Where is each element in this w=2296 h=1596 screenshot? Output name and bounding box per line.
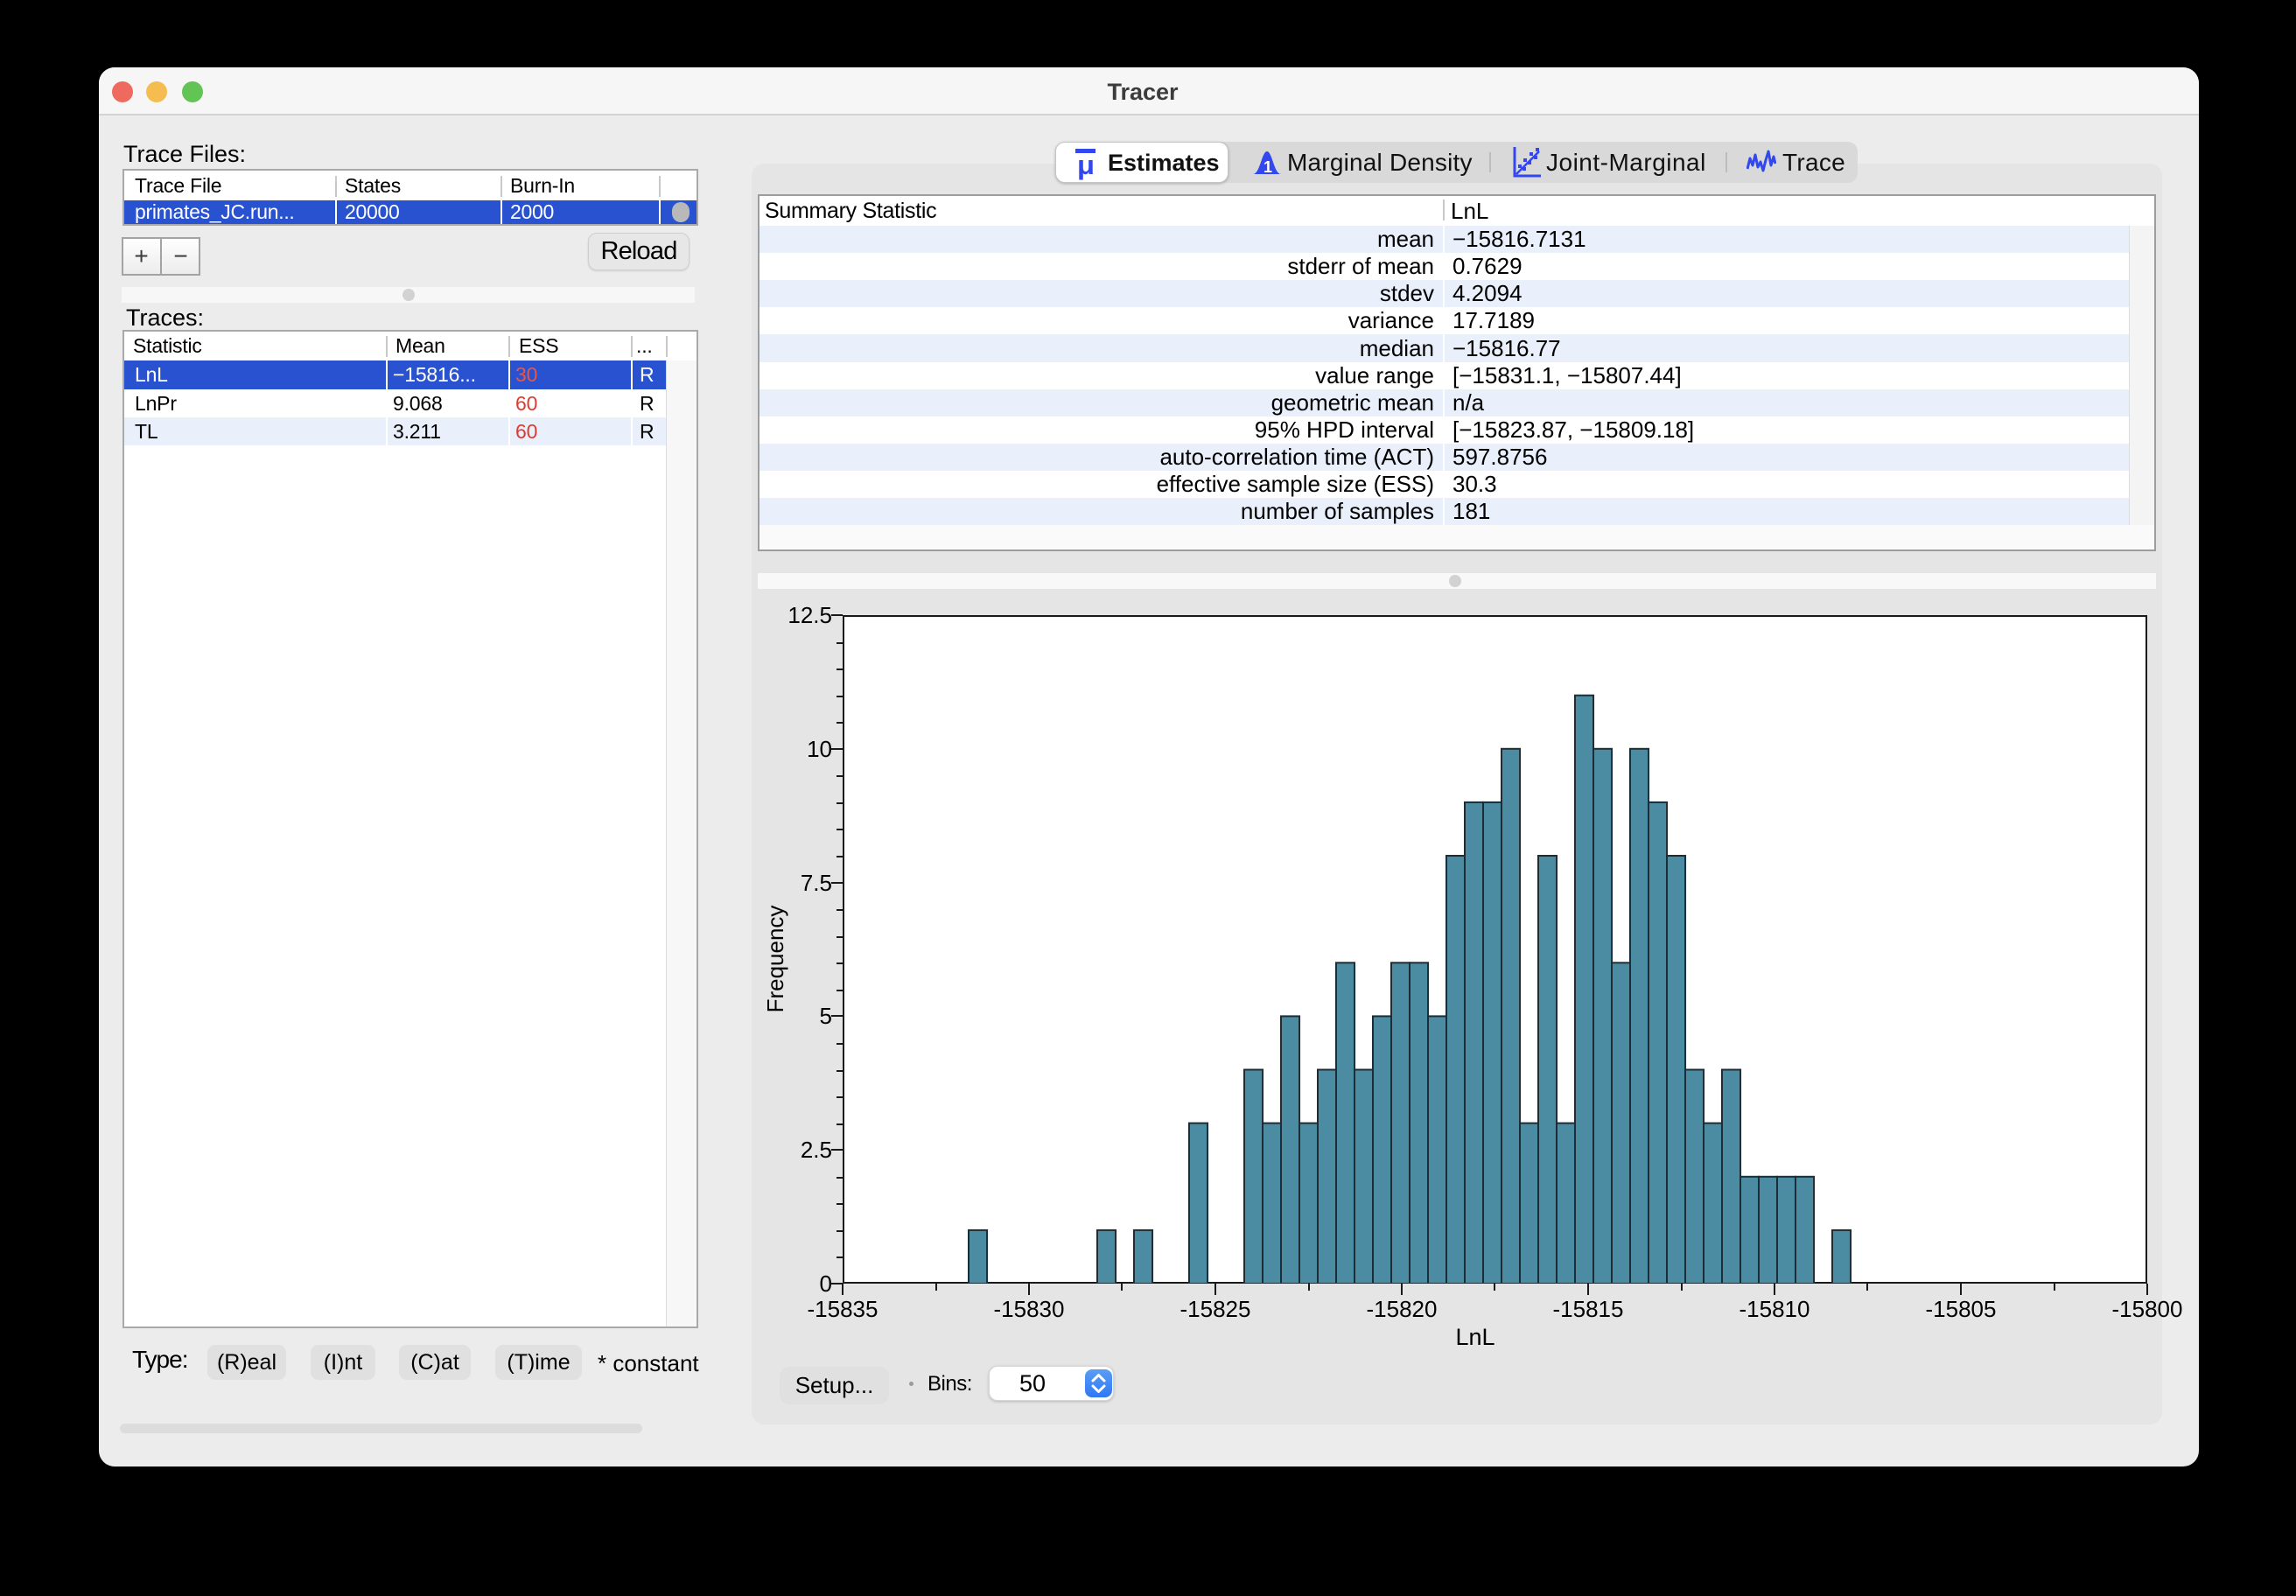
svg-text:μ: μ xyxy=(1077,150,1095,180)
svg-text:1: 1 xyxy=(1264,158,1272,176)
